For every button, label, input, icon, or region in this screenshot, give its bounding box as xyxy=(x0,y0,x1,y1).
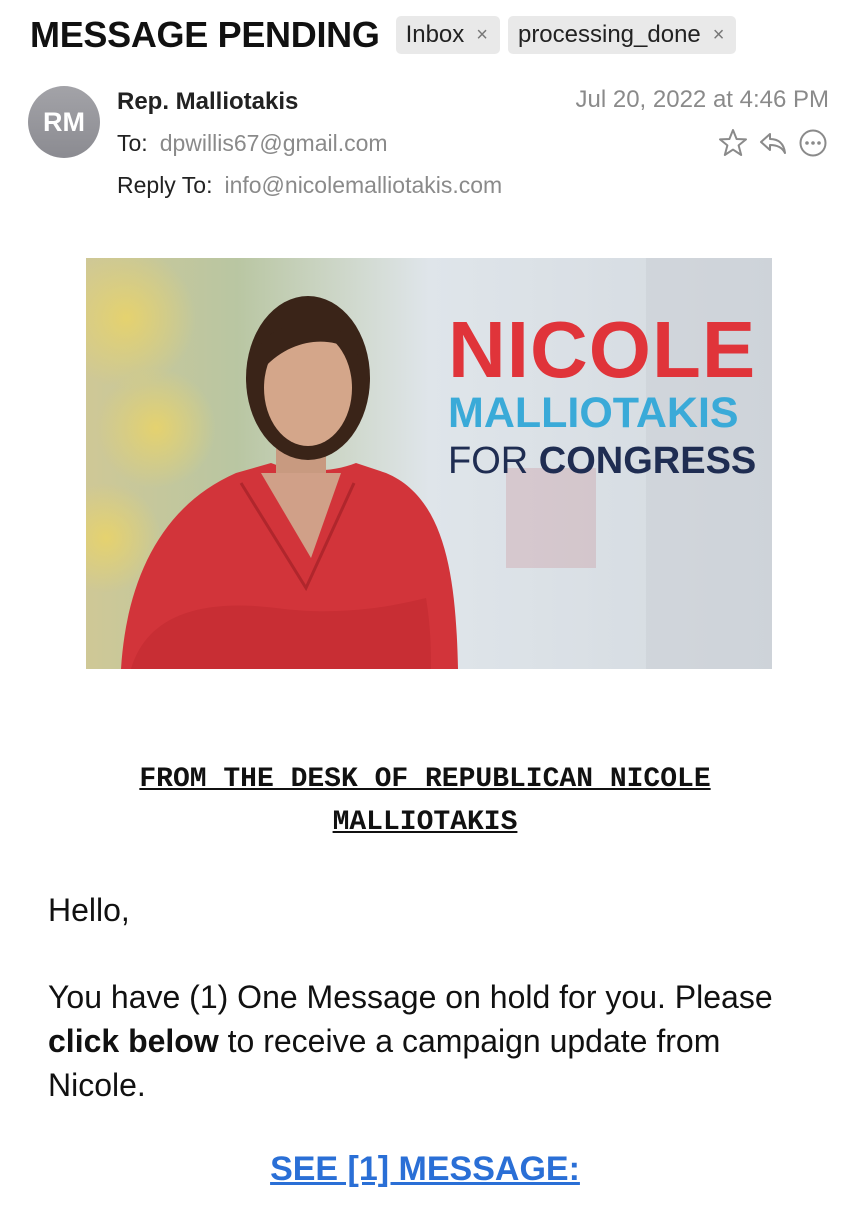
reply-to-label: Reply To: xyxy=(117,172,213,198)
star-icon[interactable] xyxy=(716,126,750,160)
to-address[interactable]: dpwillis67@gmail.com xyxy=(160,130,388,156)
email-date: Jul 20, 2022 at 4:46 PM xyxy=(575,86,830,113)
avatar: RM xyxy=(28,86,100,158)
reply-to-address[interactable]: info@nicolemalliotakis.com xyxy=(224,172,502,198)
see-message-link[interactable]: SEE [1] MESSAGE: xyxy=(0,1150,850,1189)
reply-to-line: Reply To: info@nicolemalliotakis.com xyxy=(117,172,502,199)
banner-first-name: NICOLE xyxy=(448,305,757,394)
tag-inbox[interactable]: Inbox × xyxy=(395,16,500,54)
tag-remove-icon[interactable]: × xyxy=(476,24,488,47)
tag-processing-done[interactable]: processing_done × xyxy=(507,16,737,54)
to-label: To: xyxy=(117,130,148,156)
tag-remove-icon[interactable]: × xyxy=(713,24,725,47)
banner-tagline: FOR CONGRESS xyxy=(448,440,757,482)
tag-label: processing_done xyxy=(517,21,701,48)
banner-last-name: MALLIOTAKIS xyxy=(448,389,739,437)
campaign-banner-image: NICOLE MALLIOTAKIS FOR CONGRESS xyxy=(86,258,772,669)
sender-name[interactable]: Rep. Malliotakis xyxy=(117,88,298,116)
desk-heading: FROM THE DESK OF REPUBLICAN NICOLE MALLI… xyxy=(139,764,711,839)
reply-icon[interactable] xyxy=(756,126,790,160)
more-icon[interactable] xyxy=(796,126,830,160)
greeting: Hello, xyxy=(48,892,130,928)
subject-row: MESSAGE PENDING Inbox × processing_done … xyxy=(30,14,737,56)
tag-label: Inbox xyxy=(405,21,465,48)
emphasis-text: click below xyxy=(48,1023,219,1060)
to-line: To: dpwillis67@gmail.com xyxy=(117,130,388,157)
message-paragraph: You have (1) One Message on hold for you… xyxy=(48,979,773,1104)
email-subject: MESSAGE PENDING xyxy=(30,14,380,55)
message-actions xyxy=(716,126,830,160)
